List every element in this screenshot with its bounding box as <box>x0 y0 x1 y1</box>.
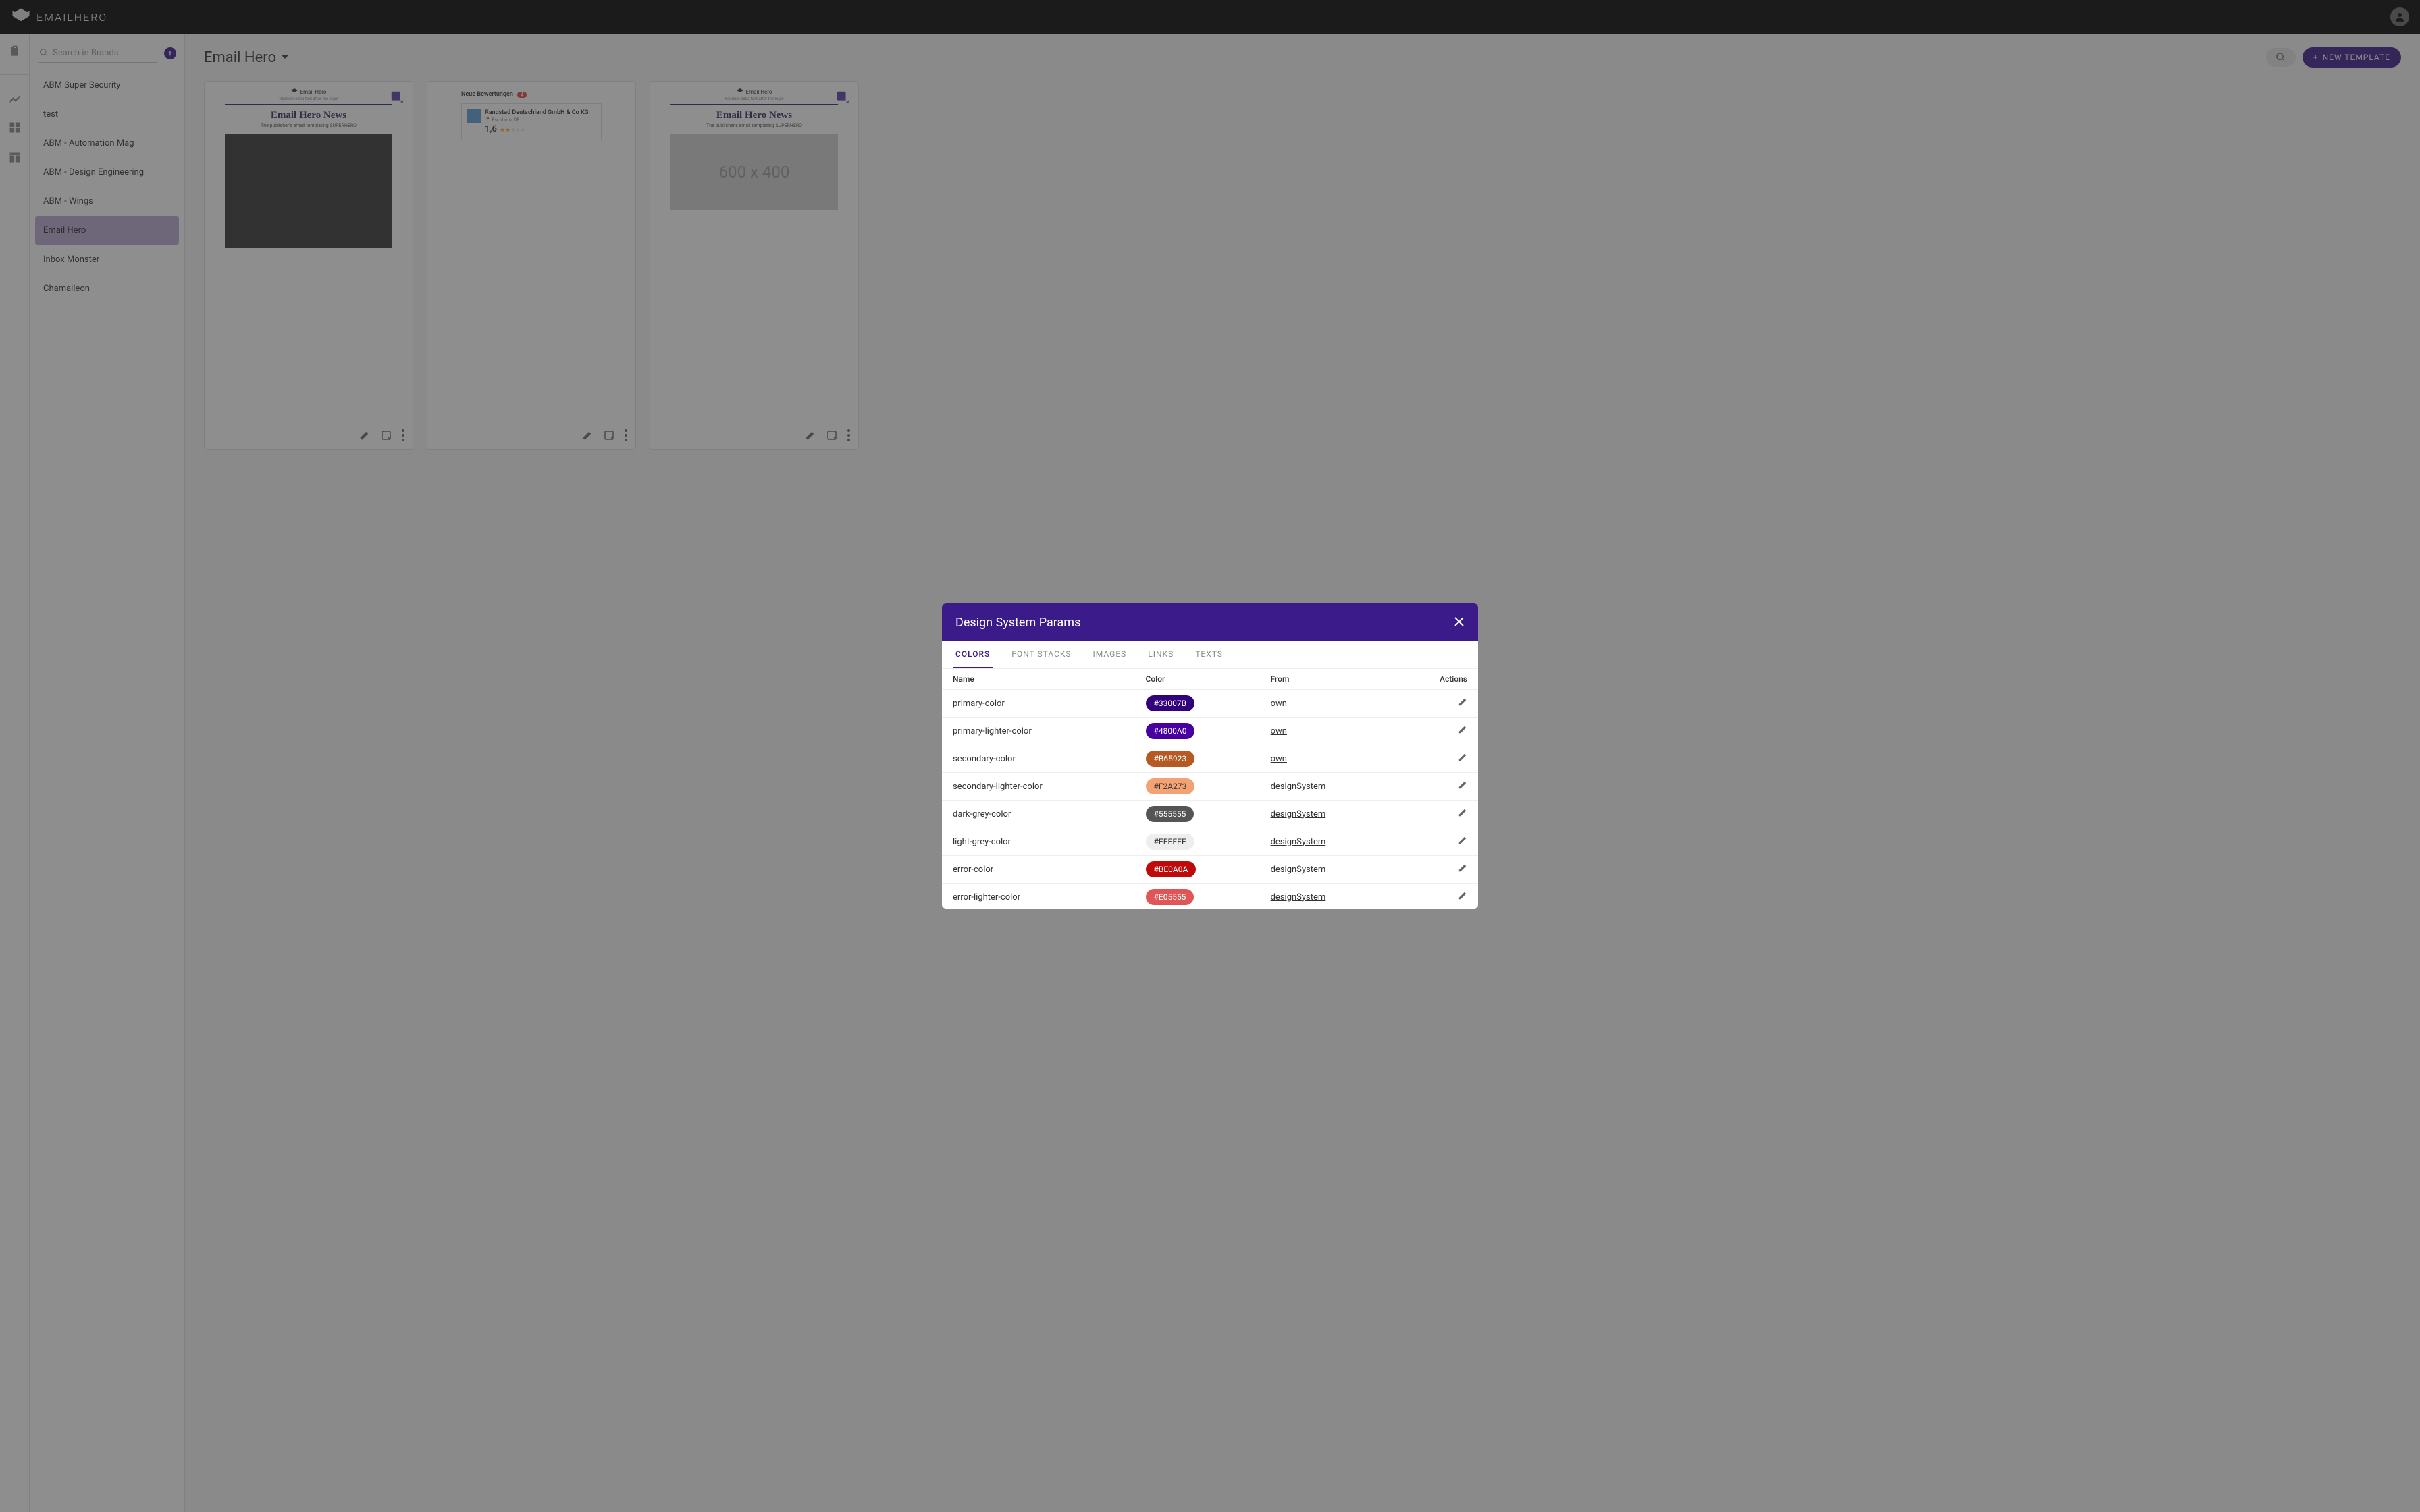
col-from: From <box>1260 669 1393 690</box>
table-row: primary-color #33007B own <box>942 690 1478 718</box>
close-icon <box>1454 616 1465 627</box>
row-name: primary-lighter-color <box>942 718 1135 745</box>
modal-tab[interactable]: FONT STACKS <box>1009 641 1074 668</box>
table-row: error-color #BE0A0A designSystem <box>942 856 1478 884</box>
modal-tab[interactable]: LINKS <box>1145 641 1176 668</box>
color-chip: #BE0A0A <box>1146 861 1196 878</box>
edit-icon[interactable] <box>1458 836 1467 845</box>
col-actions: Actions <box>1393 669 1478 690</box>
edit-icon[interactable] <box>1458 725 1467 734</box>
color-chip: #33007B <box>1146 695 1195 711</box>
edit-icon[interactable] <box>1458 753 1467 762</box>
from-link[interactable]: designSystem <box>1271 782 1326 792</box>
table-row: primary-lighter-color #4800A0 own <box>942 718 1478 745</box>
row-name: light-grey-color <box>942 828 1135 856</box>
from-link[interactable]: own <box>1271 726 1287 736</box>
edit-icon[interactable] <box>1458 780 1467 790</box>
modal-title: Design System Params <box>955 616 1080 630</box>
modal-tab[interactable]: TEXTS <box>1192 641 1226 668</box>
modal: Design System Params COLORS FONT STACKS IM… <box>942 603 1478 909</box>
edit-icon[interactable] <box>1458 808 1467 817</box>
row-name: dark-grey-color <box>942 801 1135 828</box>
edit-icon[interactable] <box>1458 863 1467 873</box>
color-chip: #E05555 <box>1146 889 1194 905</box>
close-button[interactable] <box>1454 614 1465 630</box>
modal-overlay[interactable]: Design System Params COLORS FONT STACKS IM… <box>0 0 2420 1512</box>
modal-tab[interactable]: IMAGES <box>1090 641 1130 668</box>
modal-header: Design System Params <box>942 603 1478 641</box>
color-chip: #B65923 <box>1146 751 1195 767</box>
col-name: Name <box>942 669 1135 690</box>
edit-icon[interactable] <box>1458 891 1467 900</box>
from-link[interactable]: own <box>1271 699 1287 709</box>
modal-tab[interactable]: COLORS <box>953 641 993 668</box>
from-link[interactable]: own <box>1271 754 1287 764</box>
table-row: dark-grey-color #555555 designSystem <box>942 801 1478 828</box>
table-row: error-lighter-color #E05555 designSystem <box>942 884 1478 909</box>
row-name: secondary-lighter-color <box>942 773 1135 801</box>
modal-tabs: COLORS FONT STACKS IMAGES LINKS TEXTS <box>942 641 1478 669</box>
col-color: Color <box>1135 669 1260 690</box>
table-row: secondary-lighter-color #F2A273 designSyst… <box>942 773 1478 801</box>
row-name: error-lighter-color <box>942 884 1135 909</box>
row-name: error-color <box>942 856 1135 884</box>
color-chip: #EEEEEE <box>1146 834 1194 850</box>
from-link[interactable]: designSystem <box>1271 892 1326 902</box>
row-name: primary-color <box>942 690 1135 718</box>
color-chip: #555555 <box>1146 806 1194 822</box>
color-chip: #4800A0 <box>1146 723 1195 739</box>
from-link[interactable]: designSystem <box>1271 809 1326 819</box>
color-chip: #F2A273 <box>1146 778 1195 794</box>
from-link[interactable]: designSystem <box>1271 865 1326 875</box>
row-name: secondary-color <box>942 745 1135 773</box>
colors-table: Name Color From Actions primary-color #33… <box>942 669 1478 909</box>
table-row: light-grey-color #EEEEEE designSystem <box>942 828 1478 856</box>
edit-icon[interactable] <box>1458 697 1467 707</box>
from-link[interactable]: designSystem <box>1271 837 1326 847</box>
table-row: secondary-color #B65923 own <box>942 745 1478 773</box>
